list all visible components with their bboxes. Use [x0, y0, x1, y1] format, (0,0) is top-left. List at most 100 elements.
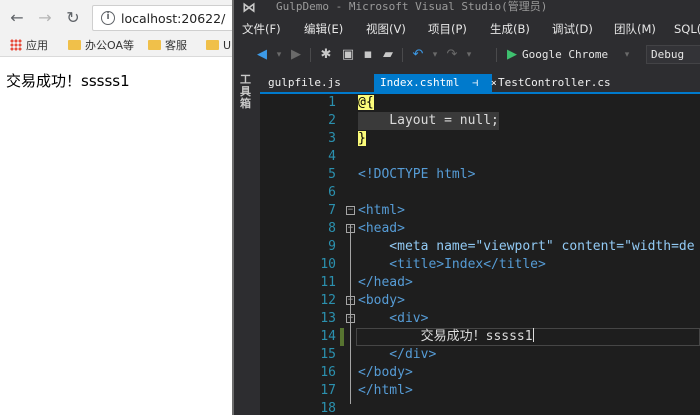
line-number: 10 [320, 257, 336, 272]
code-text[interactable]: <div> [358, 310, 428, 328]
info-icon[interactable]: i [101, 11, 115, 25]
visual-studio-window: ⋈ GulpDemo - Microsoft Visual Studio(管理员… [234, 0, 700, 415]
menu-file[interactable]: 文件(F) [242, 21, 281, 37]
collapse-icon[interactable]: − [346, 314, 355, 323]
code-line-current: 14 交易成功！sssss1 [260, 328, 700, 346]
menu-debug[interactable]: 调试(D) [552, 21, 593, 37]
menu-sql[interactable]: SQL(Q) [674, 21, 700, 37]
code-text[interactable]: <title>Index</title> [358, 256, 546, 274]
apps-grid-icon [10, 39, 22, 51]
new-project-icon[interactable]: ✱ [318, 46, 334, 64]
code-line: 4 [260, 148, 700, 166]
browser-window: ← → ↻ i localhost:20622/ 应用 办公OA等 客服 U 交… [0, 0, 252, 415]
line-number: 9 [328, 239, 336, 254]
menu-project[interactable]: 项目(P) [428, 21, 467, 37]
vs-titlebar: ⋈ GulpDemo - Microsoft Visual Studio(管理员… [234, 0, 700, 17]
line-number: 6 [328, 185, 336, 200]
window-title: GulpDemo - Microsoft Visual Studio(管理员) [276, 0, 548, 13]
code-text[interactable]: </html> [358, 382, 413, 400]
collapse-icon[interactable]: − [346, 206, 355, 215]
menu-edit[interactable]: 编辑(E) [304, 21, 343, 37]
code-line: 5 <!DOCTYPE html> [260, 166, 700, 184]
line-number: 1 [328, 95, 336, 110]
text-caret [532, 328, 534, 342]
bookmark-apps[interactable]: 应用 [10, 38, 48, 54]
code-line: 11 </head> [260, 274, 700, 292]
code-text[interactable]: </div> [358, 346, 436, 364]
code-text[interactable]: @{ [358, 94, 374, 112]
navigate-back-icon[interactable]: ◀ [254, 46, 270, 64]
line-number: 15 [320, 347, 336, 362]
menu-build[interactable]: 生成(B) [490, 21, 530, 37]
toolbar-separator [402, 48, 403, 62]
code-text[interactable]: Layout = null; [358, 112, 499, 130]
code-line: 2 Layout = null; [260, 112, 700, 130]
tab-testcontroller[interactable]: TestController.cs [492, 74, 642, 92]
line-number: 18 [320, 401, 336, 415]
code-text[interactable]: <!DOCTYPE html> [358, 166, 475, 184]
collapse-icon[interactable]: − [346, 296, 355, 305]
forward-arrow-icon[interactable]: → [34, 7, 56, 29]
code-line: 13 − <div> [260, 310, 700, 328]
toolbox-strip[interactable]: 工具箱 [234, 70, 260, 415]
open-file-icon[interactable]: ▣ [340, 46, 356, 64]
navigate-forward-icon[interactable]: ▶ [288, 46, 304, 64]
line-number: 5 [328, 167, 336, 182]
chevron-down-icon[interactable]: ▾ [622, 46, 632, 64]
solution-configuration-dropdown[interactable]: Debug [646, 45, 700, 64]
undo-icon[interactable]: ↶ [410, 46, 426, 64]
menu-bar: 文件(F) 编辑(E) 视图(V) 项目(P) 生成(B) 调试(D) 团队(M… [234, 18, 700, 40]
line-number: 8 [328, 221, 336, 236]
tab-index-cshtml[interactable]: Index.cshtml ⊣ × [374, 74, 497, 93]
document-tabs: gulpfile.js Index.cshtml ⊣ × TestControl… [260, 72, 700, 92]
toolbar-separator [310, 48, 311, 62]
code-text[interactable]: </body> [358, 364, 413, 382]
start-debugging-icon[interactable]: ▶ [504, 46, 520, 64]
page-content-text: 交易成功！sssss1 [6, 72, 130, 90]
chevron-down-icon[interactable]: ▾ [464, 46, 474, 64]
code-text[interactable]: <body> [358, 292, 405, 310]
code-line: 18 [260, 400, 700, 415]
bookmark-u[interactable]: U [206, 38, 231, 54]
bookmark-service[interactable]: 客服 [148, 38, 187, 54]
change-indicator [340, 328, 344, 346]
code-text[interactable]: } [358, 130, 366, 148]
collapse-icon[interactable]: − [346, 224, 355, 233]
address-url[interactable]: localhost:20622/ [121, 11, 225, 26]
code-text[interactable]: 交易成功！sssss1 [358, 328, 534, 346]
code-editor[interactable]: 1 @{ 2 Layout = null; 3 } 4 5 <!DOCTYPE … [260, 94, 700, 415]
browser-toolbar: ← → ↻ i localhost:20622/ [0, 0, 252, 35]
chevron-down-icon[interactable]: ▾ [430, 46, 440, 64]
address-bar[interactable]: i localhost:20622/ [92, 5, 252, 31]
reload-icon[interactable]: ↻ [62, 7, 84, 29]
pin-icon[interactable]: ⊣ [472, 75, 478, 93]
folder-icon [68, 40, 81, 50]
toolbox-label[interactable]: 工具箱 [240, 74, 254, 110]
line-number: 17 [320, 383, 336, 398]
line-number: 4 [328, 149, 336, 164]
redo-icon[interactable]: ↷ [444, 46, 460, 64]
code-text[interactable]: <meta name="viewport" content="width=de [358, 238, 694, 256]
chevron-down-icon[interactable]: ▾ [274, 46, 284, 64]
tab-gulpfile[interactable]: gulpfile.js [262, 74, 372, 92]
code-text[interactable]: <head> [358, 220, 405, 238]
code-line: 16 </body> [260, 364, 700, 382]
line-number: 13 [320, 311, 336, 326]
code-line: 3 } [260, 130, 700, 148]
menu-team[interactable]: 团队(M) [614, 21, 656, 37]
run-target-selector[interactable]: Google Chrome [522, 47, 608, 63]
line-number: 3 [328, 131, 336, 146]
code-text[interactable]: </head> [358, 274, 413, 292]
vs-logo-icon: ⋈ [242, 0, 256, 16]
code-line: 7 − <html> [260, 202, 700, 220]
save-icon[interactable]: ▪ [360, 46, 376, 64]
menu-view[interactable]: 视图(V) [366, 21, 406, 37]
code-line: 1 @{ [260, 94, 700, 112]
save-all-icon[interactable]: ▰ [380, 46, 396, 64]
bookmark-oa[interactable]: 办公OA等 [68, 38, 134, 54]
toolbar-separator [496, 48, 497, 62]
code-text[interactable]: <html> [358, 202, 405, 220]
code-line: 8 − <head> [260, 220, 700, 238]
back-arrow-icon[interactable]: ← [6, 7, 28, 29]
vs-toolbar: ◀ ▾ ▶ ✱ ▣ ▪ ▰ ↶ ▾ ↷ ▾ ▶ Google Chrome ▾ … [234, 42, 700, 68]
